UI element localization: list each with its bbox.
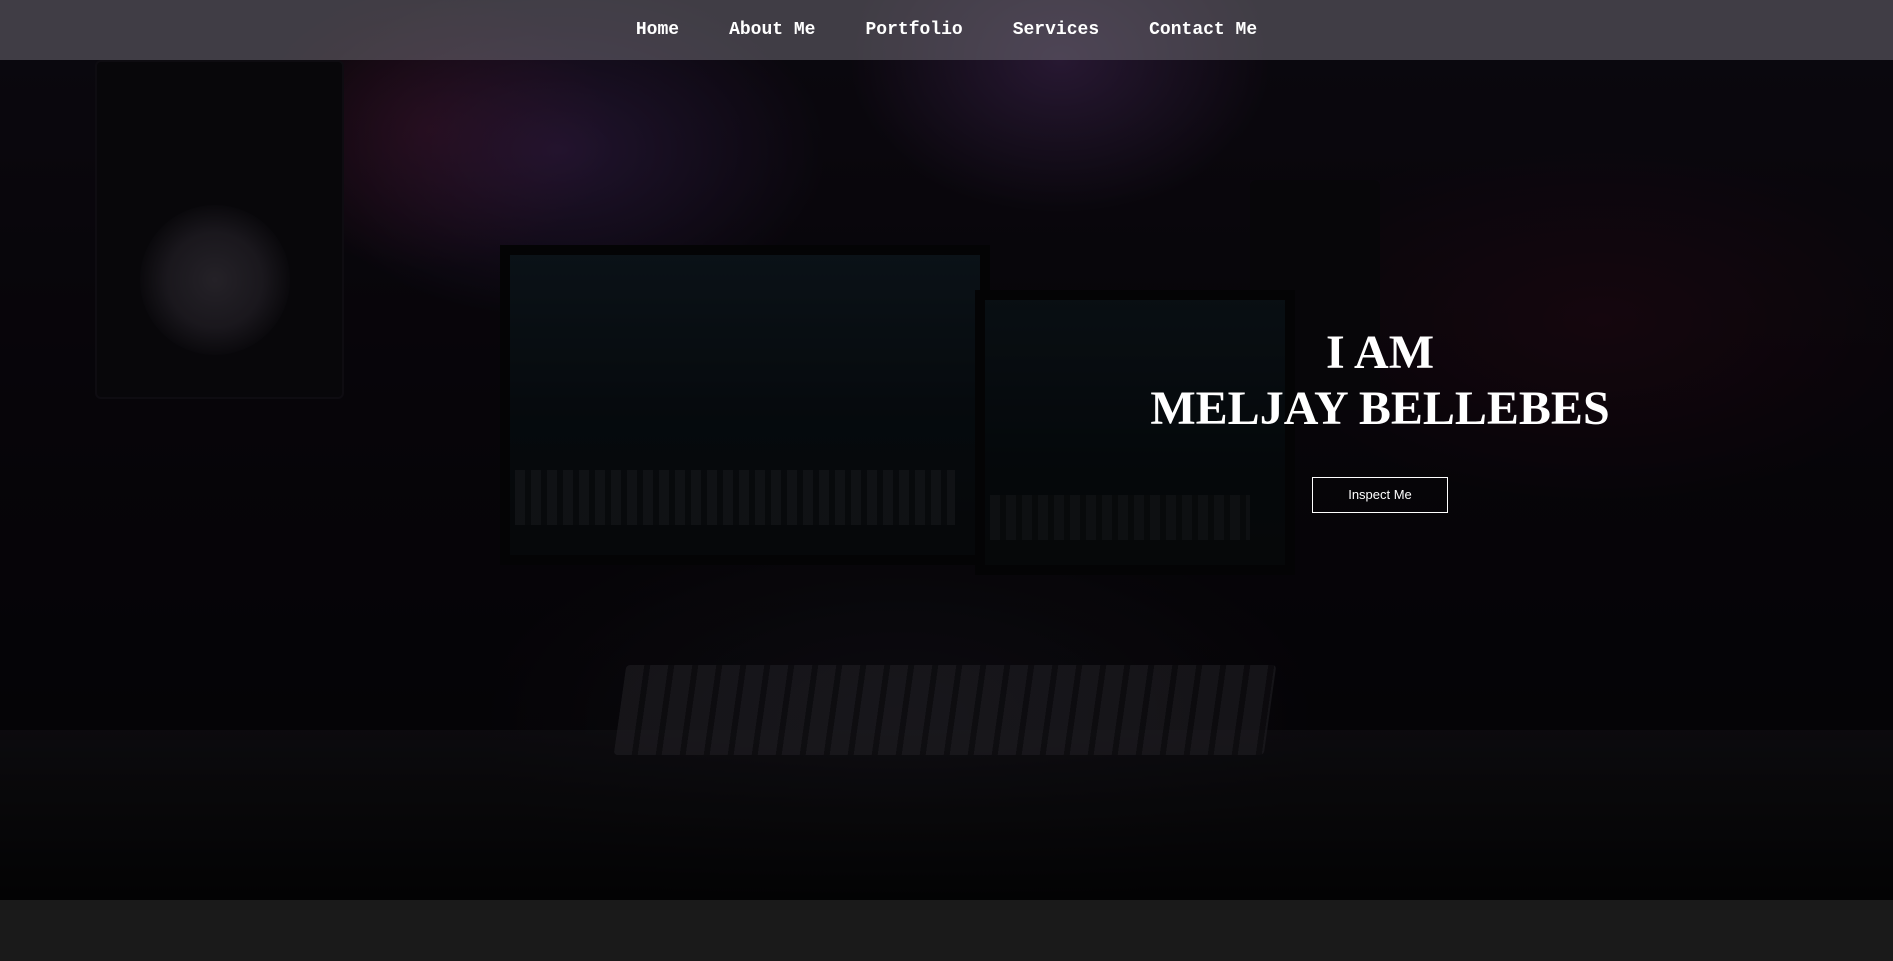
hero-content: I AM MELJAY BELLEBES Inspect Me — [1100, 325, 1660, 513]
top-navbar: Home About Me Portfolio Services Contact… — [0, 0, 1893, 60]
nav-link-home[interactable]: Home — [611, 20, 704, 40]
page: Home About Me Portfolio Services Contact… — [0, 0, 1893, 961]
nav-link-services[interactable]: Services — [988, 20, 1124, 40]
nav-list: Home About Me Portfolio Services Contact… — [611, 20, 1282, 40]
hero-title: I AM MELJAY BELLEBES — [1100, 325, 1660, 437]
inspect-me-button[interactable]: Inspect Me — [1312, 477, 1448, 513]
nav-link-portfolio[interactable]: Portfolio — [840, 20, 987, 40]
nav-link-about-me[interactable]: About Me — [704, 20, 840, 40]
nav-link-contact-me[interactable]: Contact Me — [1124, 20, 1282, 40]
hero-title-line2: MELJAY BELLEBES — [1150, 382, 1610, 435]
next-section-strip — [0, 900, 1893, 961]
hero-title-line1: I AM — [1326, 326, 1434, 379]
